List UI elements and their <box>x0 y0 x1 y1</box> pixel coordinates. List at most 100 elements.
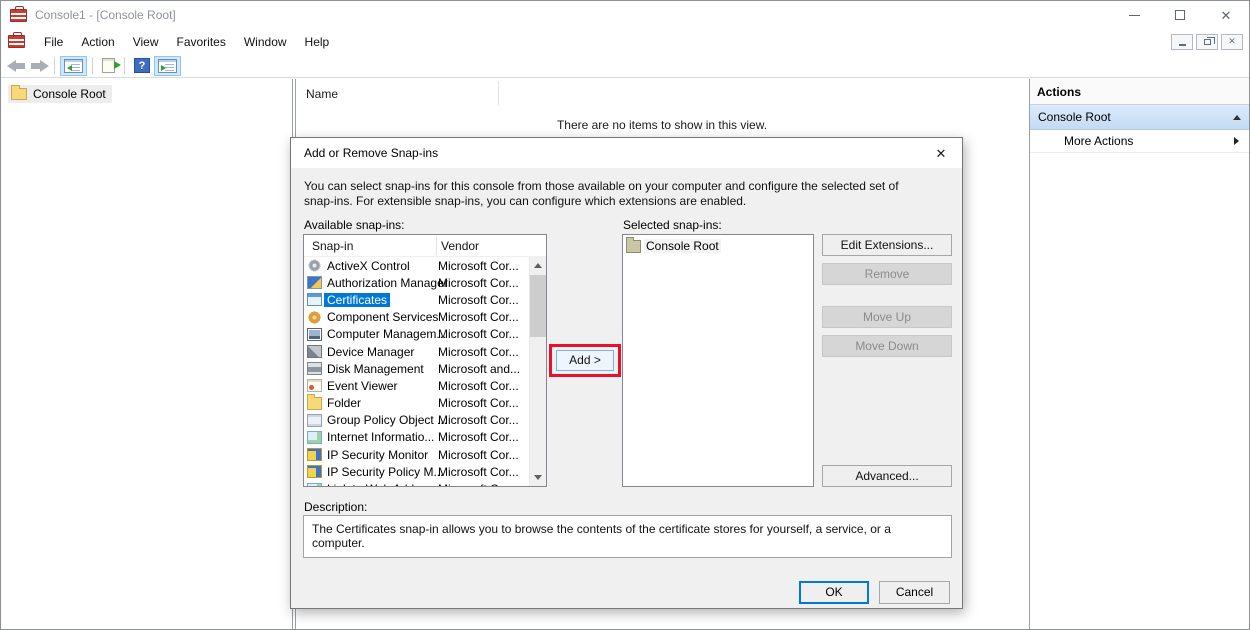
collapse-icon[interactable] <box>1233 115 1241 120</box>
tree-item-console-root[interactable]: Console Root <box>8 85 292 103</box>
toolbar-separator <box>92 57 93 74</box>
snapin-vendor: Microsoft Cor... <box>438 310 519 324</box>
help-button[interactable] <box>130 55 154 76</box>
snapin-name: ActiveX Control <box>324 259 413 273</box>
toolbar-separator <box>54 57 55 74</box>
folder-icon <box>307 397 322 410</box>
authorization-manager-icon <box>307 276 322 289</box>
menu-help[interactable]: Help <box>296 32 339 52</box>
console-folder-icon <box>626 240 641 253</box>
snapin-vendor: Microsoft Cor... <box>438 293 519 307</box>
available-snapins-list[interactable]: Snap-in Vendor ActiveX ControlMicrosoft … <box>303 234 547 487</box>
scrollbar-thumb[interactable] <box>530 275 546 337</box>
restore-icon <box>1204 39 1211 45</box>
snapin-row[interactable]: Authorization ManagerMicrosoft Cor... <box>304 274 529 291</box>
available-list-header: Snap-in Vendor <box>304 235 546 257</box>
forward-icon <box>40 60 49 72</box>
advanced-button[interactable]: Advanced... <box>822 465 952 487</box>
menu-action[interactable]: Action <box>72 32 123 52</box>
snapin-row[interactable]: Group Policy Object ...Microsoft Cor... <box>304 412 529 429</box>
snapin-row[interactable]: Internet Informatio...Microsoft Cor... <box>304 429 529 446</box>
activex-icon <box>307 259 322 272</box>
snapin-row[interactable]: IP Security Policy M...Microsoft Cor... <box>304 463 529 480</box>
snapin-row[interactable]: Computer Managem...Microsoft Cor... <box>304 326 529 343</box>
column-name[interactable]: Name <box>306 87 338 101</box>
results-column-header: Name <box>296 79 1028 107</box>
export-list-icon <box>102 58 115 73</box>
snapin-row[interactable]: FolderMicrosoft Cor... <box>304 395 529 412</box>
column-divider[interactable] <box>498 81 499 105</box>
event-viewer-icon <box>307 379 322 392</box>
snapin-row[interactable]: Event ViewerMicrosoft Cor... <box>304 377 529 394</box>
edit-extensions-button[interactable]: Edit Extensions... <box>822 234 952 256</box>
cancel-button[interactable]: Cancel <box>879 581 950 604</box>
title-bar: Console1 - [Console Root] ✕ <box>1 1 1249 29</box>
scroll-down-button[interactable] <box>530 469 546 486</box>
snapin-vendor: Microsoft and... <box>438 362 520 376</box>
console-window-icon[interactable] <box>8 35 25 48</box>
dialog-title-bar[interactable]: Add or Remove Snap-ins <box>291 138 962 168</box>
iis-icon <box>307 431 322 444</box>
column-divider[interactable] <box>436 237 437 255</box>
submenu-arrow-icon <box>1234 137 1239 145</box>
snapin-row[interactable]: IP Security MonitorMicrosoft Cor... <box>304 446 529 463</box>
move-down-button[interactable]: Move Down <box>822 335 952 357</box>
maximize-button[interactable] <box>1157 1 1203 29</box>
menu-window[interactable]: Window <box>235 32 296 52</box>
actions-item-more-actions[interactable]: More Actions <box>1030 130 1249 153</box>
show-action-pane-icon <box>158 59 177 73</box>
mmc-app-icon <box>10 9 27 22</box>
snapin-name: Computer Managem... <box>324 327 449 341</box>
actions-group-label: Console Root <box>1038 110 1233 124</box>
mdi-close-button[interactable] <box>1221 34 1243 50</box>
actions-items: More Actions <box>1030 130 1249 153</box>
snapin-row[interactable]: Component ServicesMicrosoft Cor... <box>304 309 529 326</box>
snapin-name: Certificates <box>324 293 390 307</box>
close-button[interactable]: ✕ <box>1203 1 1249 29</box>
snapin-row[interactable]: Certificates Microsoft Cor... <box>304 291 529 308</box>
mdi-minimize-button[interactable] <box>1171 34 1193 50</box>
minimize-button[interactable] <box>1111 1 1157 29</box>
selected-snapin-row[interactable]: Console Root <box>623 235 813 253</box>
scroll-up-button[interactable] <box>530 257 546 274</box>
snapin-vendor: Microsoft Cor... <box>438 448 519 462</box>
snapin-row[interactable]: ActiveX ControlMicrosoft Cor... <box>304 257 529 274</box>
ok-button[interactable]: OK <box>799 581 869 604</box>
back-button[interactable] <box>7 60 25 72</box>
computer-management-icon <box>307 328 322 341</box>
column-vendor[interactable]: Vendor <box>441 239 479 253</box>
snapin-name: Internet Informatio... <box>324 430 437 444</box>
export-list-button[interactable] <box>98 55 119 76</box>
show-console-tree-button[interactable] <box>60 56 87 76</box>
column-snapin[interactable]: Snap-in <box>312 239 353 253</box>
snapin-name: Disk Management <box>324 362 427 376</box>
ip-security-icon <box>307 465 322 478</box>
menu-file[interactable]: File <box>35 32 72 52</box>
dialog-close-button[interactable]: ✕ <box>932 145 950 163</box>
forward-button[interactable] <box>31 60 49 72</box>
description-box: The Certificates snap-in allows you to b… <box>303 515 952 558</box>
snapin-row[interactable]: Link to Web Add...Microsoft C... <box>304 480 529 486</box>
actions-group-console-root[interactable]: Console Root <box>1030 105 1249 130</box>
snapin-name: Link to Web Add... <box>324 482 427 486</box>
mdi-restore-button[interactable] <box>1196 34 1218 50</box>
console-tree-pane: Console Root <box>2 79 292 629</box>
add-button[interactable]: Add > <box>556 350 614 371</box>
snapin-vendor: Microsoft Cor... <box>438 413 519 427</box>
remove-button[interactable]: Remove <box>822 263 952 285</box>
actions-pane-title: Actions <box>1030 79 1249 105</box>
minimize-icon <box>1179 44 1186 46</box>
snapin-name: Group Policy Object ... <box>324 413 450 427</box>
menu-bar: FileActionViewFavoritesWindowHelp <box>1 29 1249 54</box>
snapin-row[interactable]: Device ManagerMicrosoft Cor... <box>304 343 529 360</box>
scrollbar[interactable] <box>529 257 546 486</box>
move-up-button[interactable]: Move Up <box>822 306 952 328</box>
actions-pane: Actions Console Root More Actions <box>1029 79 1249 629</box>
selected-snapins-list[interactable]: Console Root <box>622 234 814 487</box>
menu-favorites[interactable]: Favorites <box>168 32 235 52</box>
show-action-pane-button[interactable] <box>154 56 181 76</box>
menu-view[interactable]: View <box>124 32 168 52</box>
snapin-row[interactable]: Disk Management Microsoft and... <box>304 360 529 377</box>
selected-snapins-label: Selected snap-ins: <box>623 218 722 232</box>
close-icon: ✕ <box>1221 9 1232 22</box>
